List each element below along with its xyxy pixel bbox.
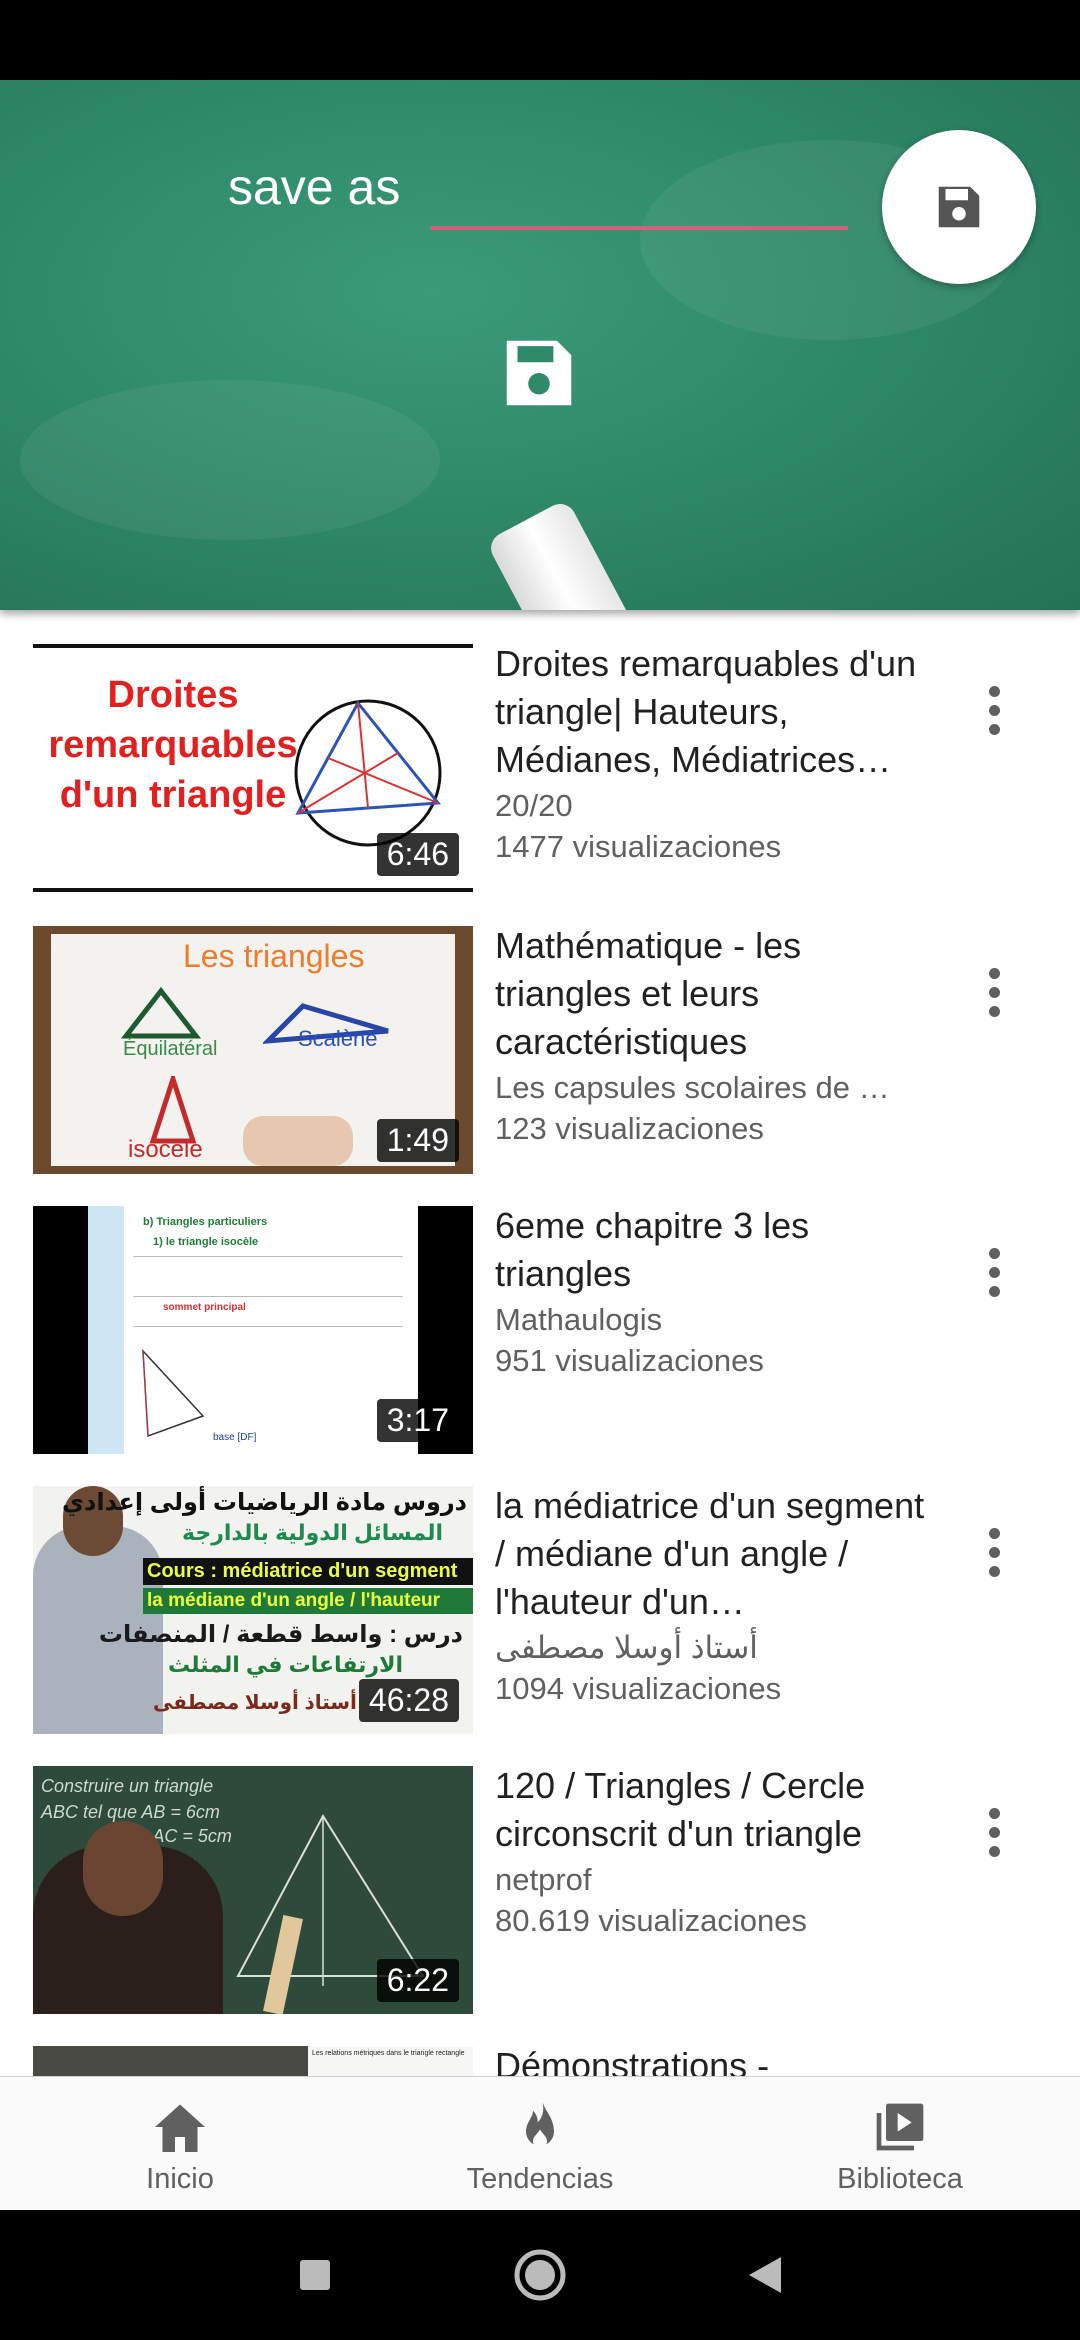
save-as-input[interactable] [430,226,848,230]
more-options-button[interactable] [964,670,1024,750]
video-channel: Mathaulogis [495,1302,663,1337]
save-icon [506,340,572,406]
thumbnail-text: Équilatéral [123,1038,218,1060]
more-options-button[interactable] [964,1792,1024,1872]
presenter-head [83,1821,163,1916]
triangle-diagram [142,1348,205,1438]
duration-badge: 46:28 [358,1679,459,1722]
video-thumbnail[interactable]: دروس مادة الرياضيات أولى إعدادي المسائل … [33,1486,473,1734]
chalk-image [485,498,647,610]
video-views: 123 visualizaciones [495,1111,764,1146]
thumbnail-text: sommet principal [163,1302,246,1313]
more-options-button[interactable] [964,1512,1024,1592]
thumbnail-text: الارتفاعات في المثلث [167,1652,403,1677]
circle-icon [514,2249,566,2301]
triangle-drawing [121,986,201,1039]
video-thumbnail[interactable]: Les triangles Équilatéral Scalène isocèl… [33,926,473,1174]
thumbnail-text: Les relations métriques dans le triangle… [308,2046,473,2076]
nav-trending-label: Tendencias [466,2163,614,2195]
thumbnail-text: 1) le triangle isocèle [153,1236,259,1248]
video-views: 1094 visualizaciones [495,1671,782,1706]
nav-trending[interactable]: Tendencias [360,2077,720,2211]
thumbnail-text: أستاذ أوسلا مصطفى [153,1692,357,1714]
thumbnail-text: Cours : médiatrice d'un segment [143,1558,473,1585]
video-channel: netprof [495,1862,592,1897]
triangle-diagram [294,699,442,847]
video-title[interactable]: Démonstrations - [495,2042,925,2076]
thumbnail-text: Scalène [298,1026,378,1051]
video-item[interactable]: Les triangles Équilatéral Scalène isocèl… [0,892,1080,1174]
save-button[interactable] [882,130,1036,284]
video-thumbnail[interactable]: Droites remarquables d'un triangle 6:46 [33,644,473,892]
video-views: 1477 visualizaciones [495,829,782,864]
header-banner: save as [0,80,1080,610]
video-views: 951 visualizaciones [495,1343,764,1378]
thumbnail-text: Les triangles [183,938,365,974]
thumbnail-text: la médiane d'un angle / l'hauteur [143,1588,473,1614]
thumbnail-text: المسائل الدولية بالدارجة [182,1520,443,1545]
save-as-label: save as [228,159,401,215]
more-options-button[interactable] [964,1232,1024,1312]
video-item[interactable]: Construire un triangle ABC tel que AB = … [0,1732,1080,2014]
video-channel: 20/20 [495,788,573,823]
nav-library-label: Biblioteca [837,2163,963,2195]
thumbnail-text: ABC tel que AB = 6cm [41,1802,220,1822]
video-title[interactable]: Mathématique - les triangles et leurs ca… [495,922,925,1066]
video-title[interactable]: 6eme chapitre 3 les triangles [495,1202,925,1298]
home-button[interactable] [505,2210,575,2340]
video-thumbnail[interactable]: Les relations métriques dans le triangle… [33,2046,473,2076]
video-title[interactable]: la médiatrice d'un segment / médiane d'u… [495,1482,925,1626]
system-navigation-bar [0,2210,1080,2340]
thumbnail-text: base [DF] [213,1432,257,1443]
home-icon [155,2104,205,2152]
duration-badge: 3:17 [376,1399,459,1442]
duration-badge: 6:22 [376,1959,459,2002]
status-bar [0,0,1080,80]
back-button[interactable] [730,2210,800,2340]
nav-home[interactable]: Inicio [0,2077,360,2211]
save-icon [938,186,980,228]
duration-badge: 6:46 [376,833,459,876]
text-line [133,1296,403,1297]
thumbnail-text: درس : واسط قطعة / المنصفات [98,1621,463,1648]
thumbnail-text: دروس مادة الرياضيات أولى إعدادي [62,1489,467,1516]
thumbnail-text: Construire un triangle [41,1776,214,1796]
video-title[interactable]: Droites remarquables d'un triangle| Haut… [495,640,925,784]
video-channel: Les capsules scolaires de … [495,1070,890,1105]
library-icon [876,2103,924,2151]
back-triangle-icon [749,2257,781,2293]
video-views: 80.619 visualizaciones [495,1903,807,1938]
square-icon [300,2260,330,2290]
thumbnail-text: Droites remarquables d'un triangle [48,674,298,816]
flame-icon [526,2101,554,2148]
thumbnail-text: isocèle [128,1136,203,1163]
video-thumbnail[interactable]: b) Triangles particuliers 1) le triangle… [33,1206,473,1454]
video-title[interactable]: 120 / Triangles / Cercle circonscrit d'u… [495,1762,925,1858]
recents-button[interactable] [280,2210,350,2340]
thumbnail-text: b) Triangles particuliers [143,1216,268,1228]
video-list[interactable]: Droites remarquables d'un triangle 6:46 … [0,610,1080,2076]
video-item[interactable]: Droites remarquables d'un triangle 6:46 … [0,610,1080,892]
text-line [133,1256,403,1257]
video-thumbnail[interactable]: Construire un triangle ABC tel que AB = … [33,1766,473,2014]
hand-image [243,1116,353,1166]
nav-home-label: Inicio [146,2163,214,2195]
more-options-button[interactable] [964,952,1024,1032]
duration-badge: 1:49 [376,1119,459,1162]
video-item[interactable]: b) Triangles particuliers 1) le triangle… [0,1172,1080,1454]
text-line [133,1326,403,1327]
video-item[interactable]: Les relations métriques dans le triangle… [0,2012,1080,2076]
video-item[interactable]: دروس مادة الرياضيات أولى إعدادي المسائل … [0,1452,1080,1734]
chalk-smudge [20,380,440,540]
nav-library[interactable]: Biblioteca [720,2077,1080,2211]
video-channel: أستاذ أوسلا مصطفى [495,1630,758,1665]
bottom-navigation: Inicio Tendencias Biblioteca [0,2076,1080,2210]
